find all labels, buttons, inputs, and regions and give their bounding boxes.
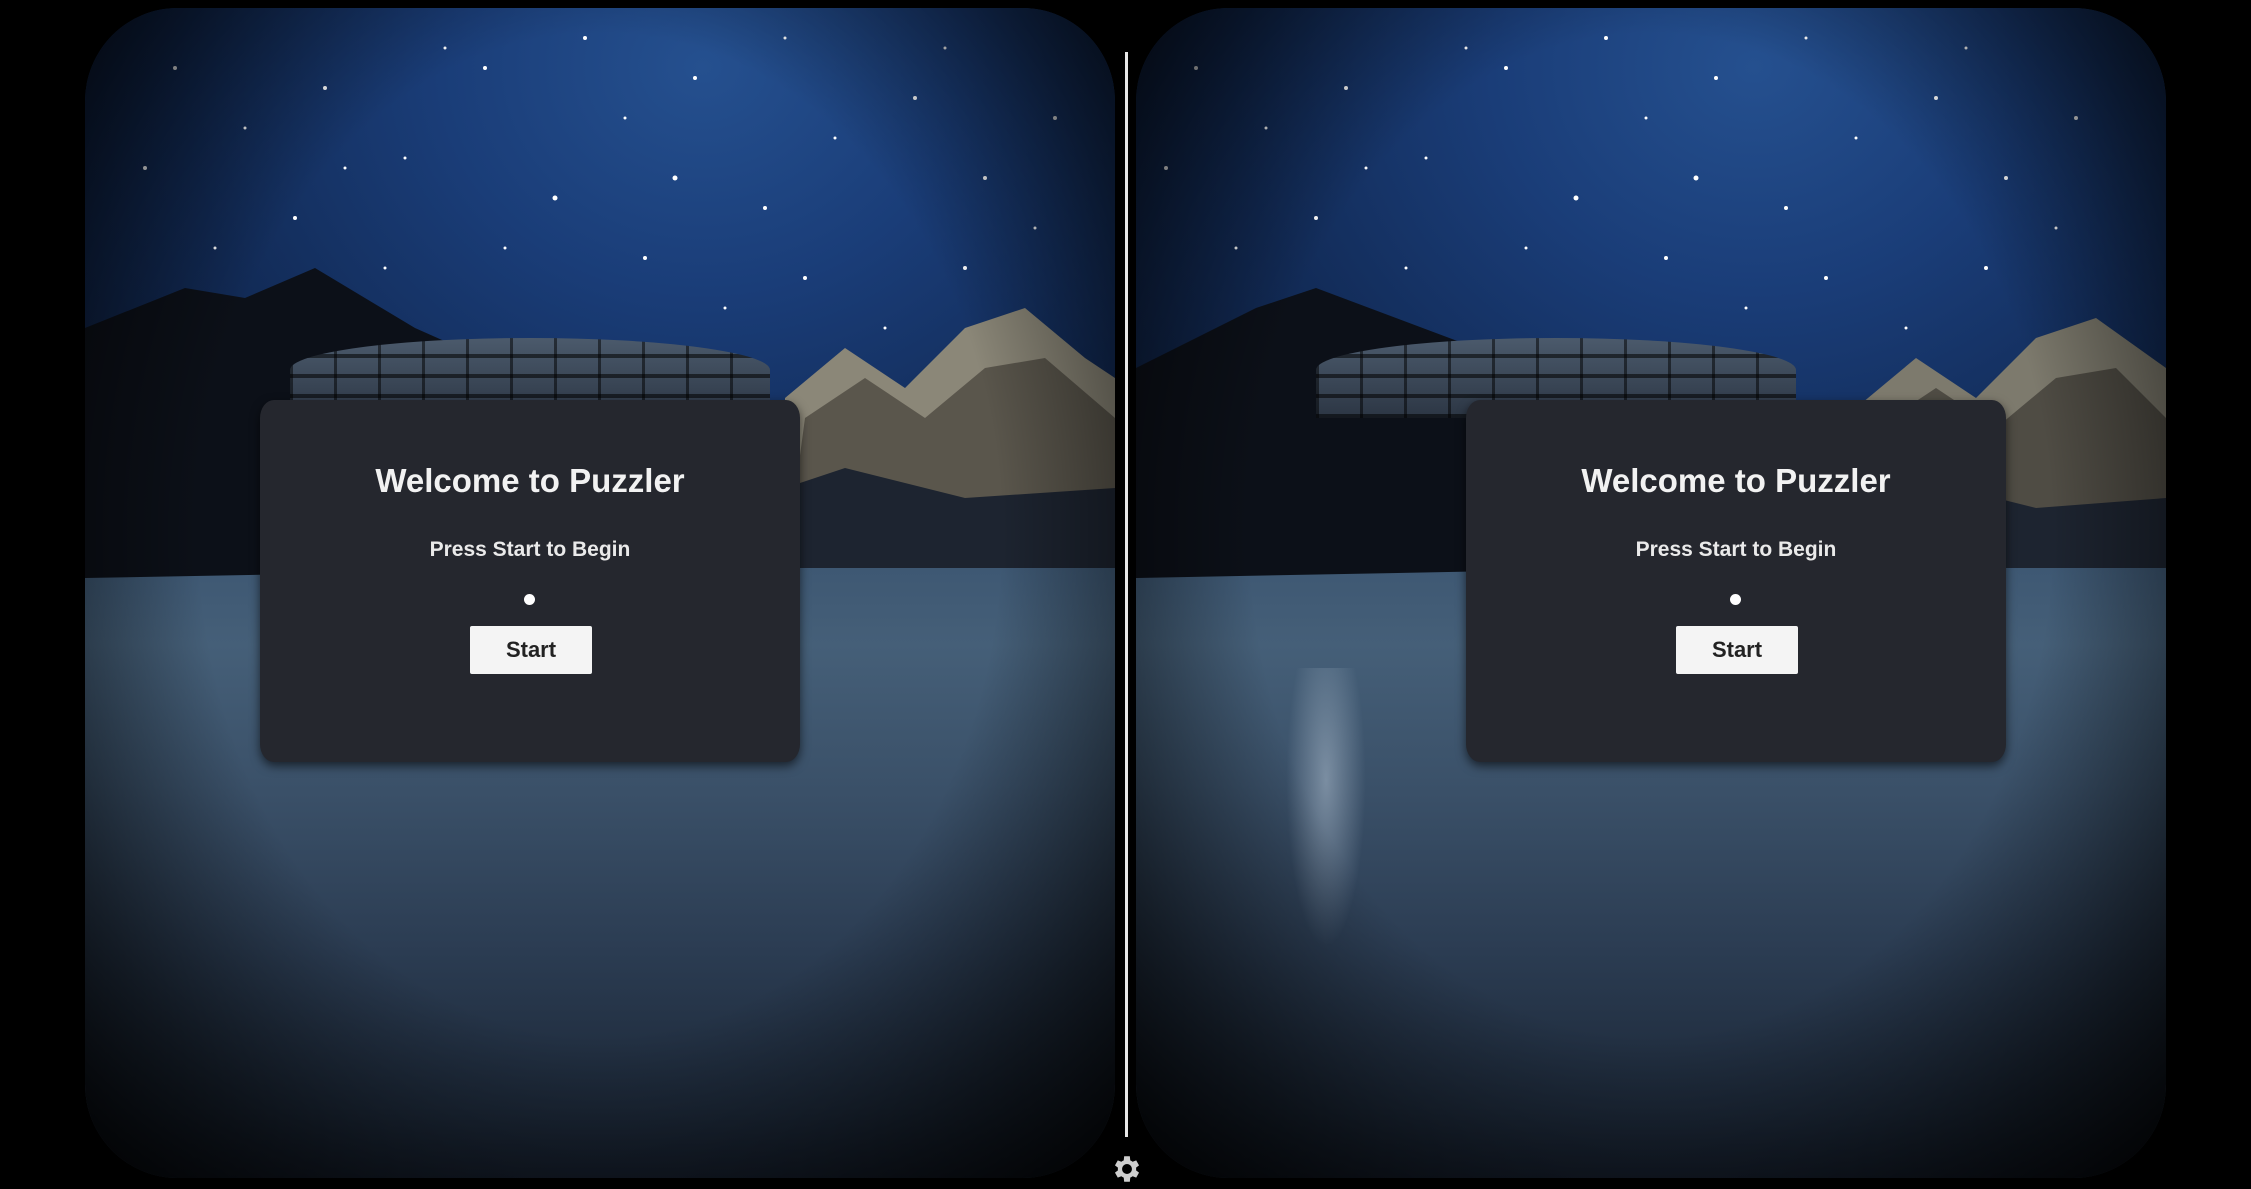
scene-right: Welcome to Puzzler Press Start to Begin … — [1136, 8, 2166, 1178]
right-eye-view: Welcome to Puzzler Press Start to Begin … — [1136, 8, 2166, 1178]
left-eye-view: Welcome to Puzzler Press Start to Begin … — [85, 8, 1115, 1178]
welcome-subtitle: Press Start to Begin — [1635, 538, 1837, 561]
start-button[interactable]: Start — [470, 626, 592, 674]
gear-icon — [1114, 1156, 1140, 1182]
start-button[interactable]: Start — [1676, 626, 1798, 674]
welcome-panel: Welcome to Puzzler Press Start to Begin … — [1466, 400, 2006, 762]
welcome-subtitle: Press Start to Begin — [429, 538, 631, 561]
gaze-reticle — [1730, 594, 1741, 605]
gaze-reticle — [524, 594, 535, 605]
welcome-title: Welcome to Puzzler — [1581, 462, 1891, 499]
welcome-title: Welcome to Puzzler — [375, 462, 685, 499]
settings-button[interactable] — [1110, 1152, 1144, 1186]
scene-left: Welcome to Puzzler Press Start to Begin … — [85, 8, 1115, 1178]
eye-divider — [1125, 52, 1128, 1137]
light-reflection — [1286, 668, 1366, 948]
vr-viewport: Welcome to Puzzler Press Start to Begin … — [0, 0, 2251, 1189]
welcome-panel: Welcome to Puzzler Press Start to Begin … — [260, 400, 800, 762]
